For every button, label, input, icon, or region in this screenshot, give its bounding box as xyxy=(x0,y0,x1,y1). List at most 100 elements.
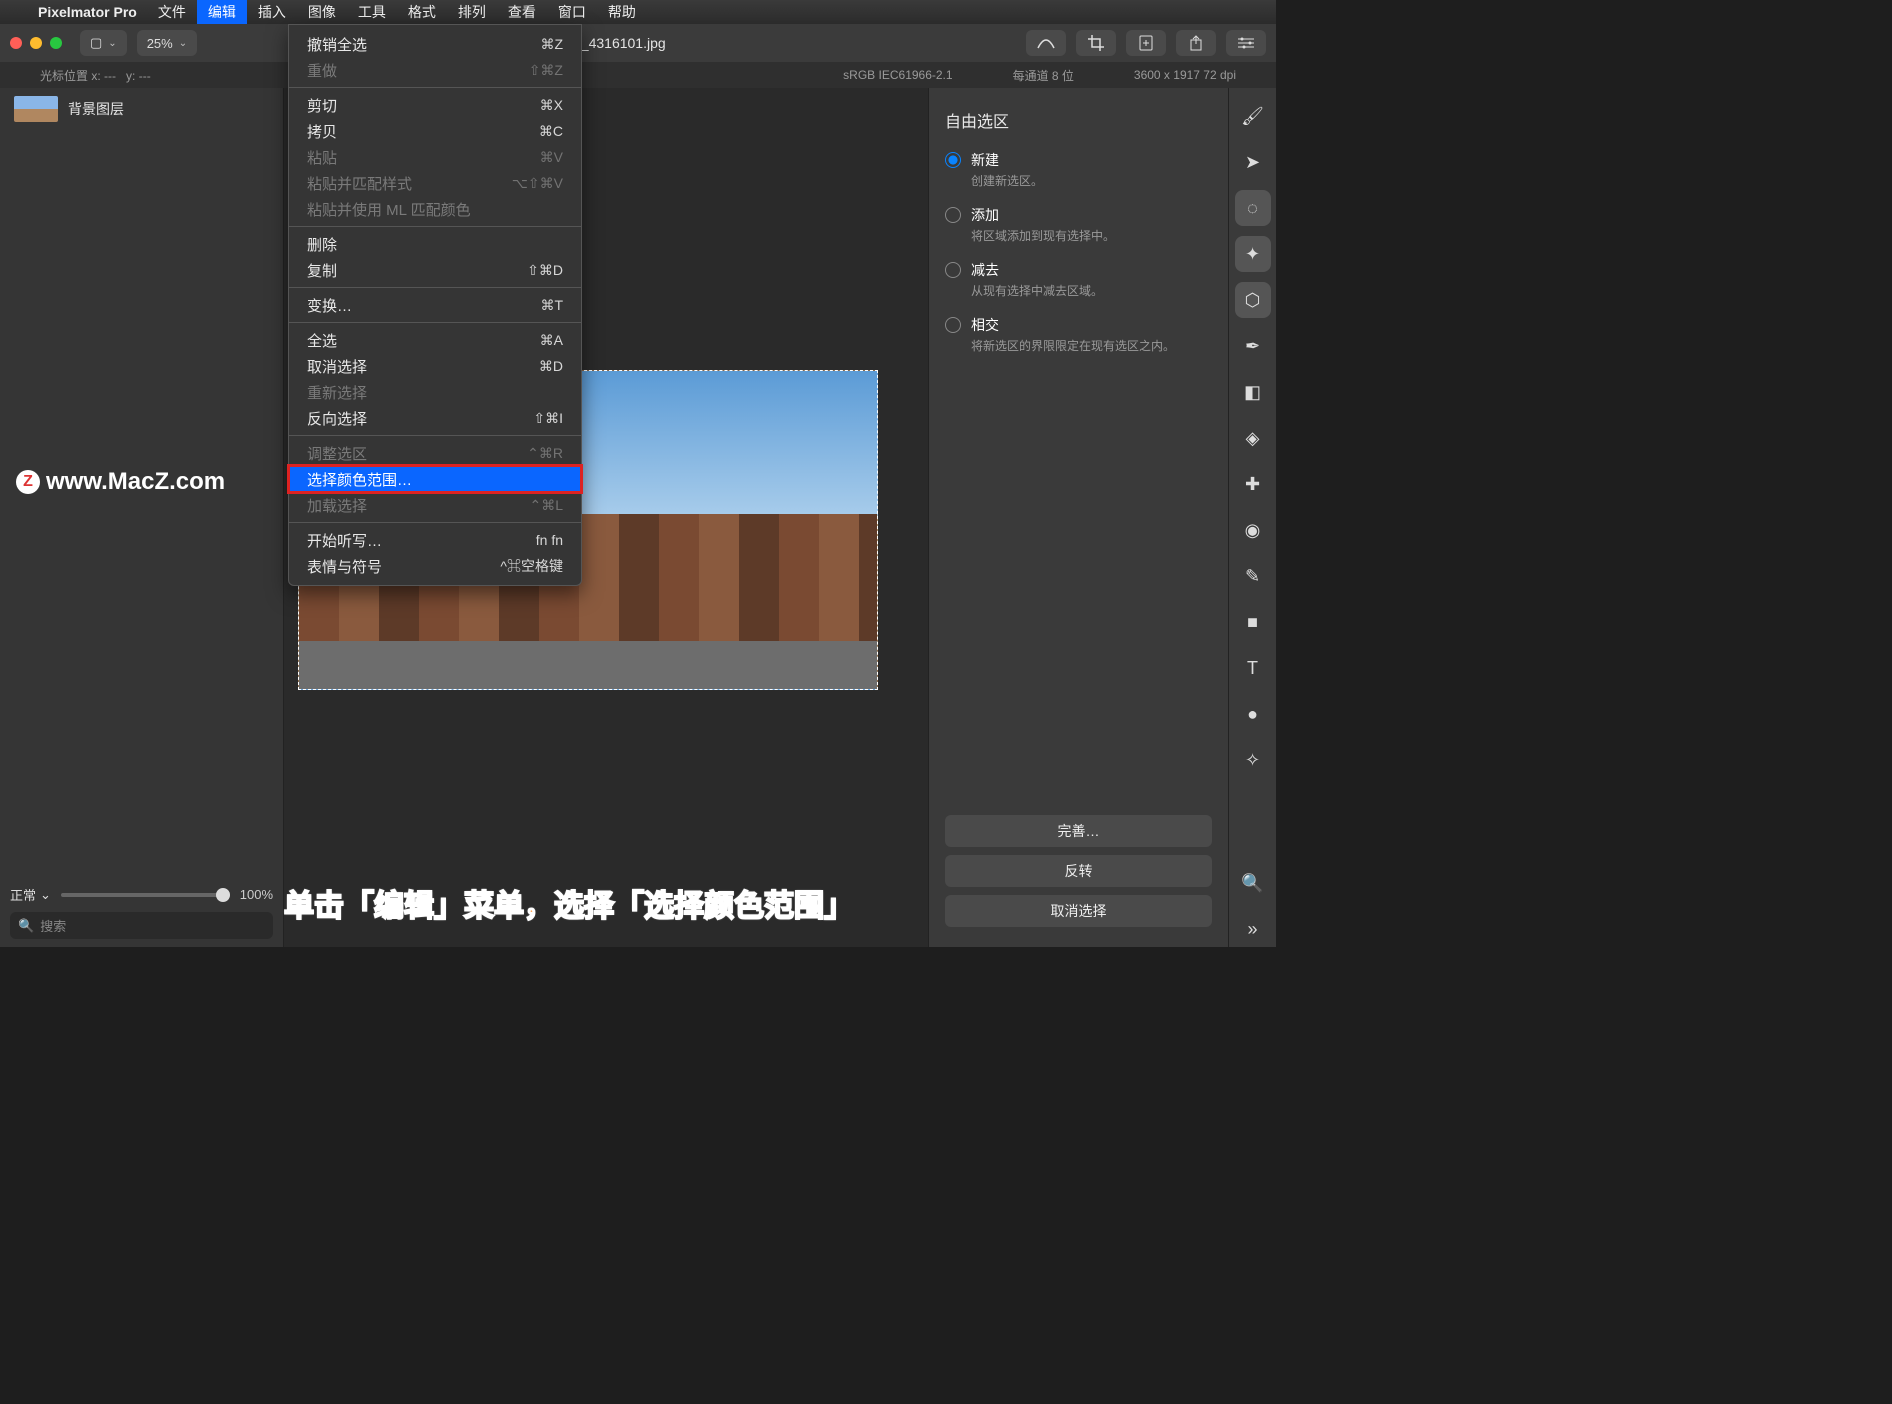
zoom-tool-icon[interactable]: 🔍 xyxy=(1235,865,1271,901)
image-dimensions: 3600 x 1917 72 dpi xyxy=(1104,68,1266,82)
selection-mode-option[interactable]: 添加将区域添加到现有选择中。 xyxy=(945,205,1212,244)
search-icon: 🔍 xyxy=(18,918,34,934)
menu-item-10[interactable]: 复制⇧⌘D xyxy=(289,257,581,283)
selection-mode-option[interactable]: 新建创建新选区。 xyxy=(945,150,1212,189)
menu-item-9[interactable]: 删除 xyxy=(289,231,581,257)
invert-button[interactable]: 反转 xyxy=(945,855,1212,887)
share-icon[interactable] xyxy=(1176,30,1216,56)
mac-menubar: Pixelmator Pro 文件 编辑 插入 图像 工具 格式 排列 查看 窗… xyxy=(0,0,1276,24)
titlebar-right xyxy=(1026,30,1266,56)
layer-row[interactable]: 背景图层 xyxy=(0,88,283,130)
menu-window[interactable]: 窗口 xyxy=(547,0,597,24)
brush-tool-icon[interactable]: 🖌 xyxy=(1235,98,1271,134)
vector-tool-icon[interactable]: ✎ xyxy=(1235,558,1271,594)
crop-icon[interactable] xyxy=(1076,30,1116,56)
warp-tool-icon[interactable]: ◉ xyxy=(1235,512,1271,548)
menu-item-1: 重做⇧⌘Z xyxy=(289,57,581,83)
gradient-tool-icon[interactable]: ◧ xyxy=(1235,374,1271,410)
zoom-select[interactable]: 25%⌄ xyxy=(137,30,197,56)
blend-mode-select[interactable]: 正常 ⌄ xyxy=(10,885,51,904)
menu-item-4[interactable]: 拷贝⌘C xyxy=(289,118,581,144)
cursor-position: 光标位置 x: --- y: --- xyxy=(10,67,181,84)
selection-mode-option[interactable]: 减去从现有选择中减去区域。 xyxy=(945,260,1212,299)
menu-item-14[interactable]: 全选⌘A xyxy=(289,327,581,353)
menu-item-5: 粘贴⌘V xyxy=(289,144,581,170)
sidebar-toggle[interactable]: ▢⌄ xyxy=(80,30,127,56)
color-picker-icon[interactable] xyxy=(1026,30,1066,56)
menu-item-3[interactable]: 剪切⌘X xyxy=(289,92,581,118)
color-tool-icon[interactable]: ● xyxy=(1235,696,1271,732)
menu-item-19: 调整选区⌃⌘R xyxy=(289,440,581,466)
settings-icon[interactable] xyxy=(1226,30,1266,56)
search-placeholder: 搜索 xyxy=(40,916,66,935)
layers-search[interactable]: 🔍 搜索 xyxy=(10,912,273,939)
menu-item-21: 加载选择⌃⌘L xyxy=(289,492,581,518)
color-profile: sRGB IEC61966-2.1 xyxy=(813,68,982,82)
window-controls xyxy=(10,37,62,49)
menu-item-0[interactable]: 撤销全选⌘Z xyxy=(289,31,581,57)
menu-help[interactable]: 帮助 xyxy=(597,0,647,24)
tutorial-caption: 单击「编辑」菜单，选择「选择颜色范围」 xyxy=(284,881,854,925)
magic-wand-tool-icon[interactable]: ✦ xyxy=(1235,236,1271,272)
right-panel: 自由选区 新建创建新选区。添加将区域添加到现有选择中。减去从现有选择中减去区域。… xyxy=(928,88,1228,947)
menu-item-17[interactable]: 反向选择⇧⌘I xyxy=(289,405,581,431)
maximize-icon[interactable] xyxy=(50,37,62,49)
lasso-tool-icon[interactable]: ⬡ xyxy=(1235,282,1271,318)
chevron-down-icon: ⌄ xyxy=(40,887,51,903)
menu-format[interactable]: 格式 xyxy=(397,0,447,24)
pen-tool-icon[interactable]: ✒ xyxy=(1235,328,1271,364)
menu-item-23[interactable]: 开始听写…fn fn xyxy=(289,527,581,553)
menu-item-20[interactable]: 选择颜色范围… xyxy=(289,466,581,492)
layer-name: 背景图层 xyxy=(68,99,124,119)
tool-rail: 🖌 ➤ ◌ ✦ ⬡ ✒ ◧ ◈ ✚ ◉ ✎ ■ T ● ✧ 🔍 » xyxy=(1228,88,1276,947)
minimize-icon[interactable] xyxy=(30,37,42,49)
bit-depth: 每通道 8 位 xyxy=(983,67,1104,84)
menu-item-7: 粘贴并使用 ML 匹配颜色 xyxy=(289,196,581,222)
arrow-tool-icon[interactable]: ➤ xyxy=(1235,144,1271,180)
workspace: 背景图层 Z www.MacZ.com 正常 ⌄ 100% 🔍 搜索 自由选 xyxy=(0,88,1276,947)
titlebar: ▢⌄ 25%⌄ 159_4316101.jpg xyxy=(0,24,1276,62)
watermark: Z www.MacZ.com xyxy=(16,468,225,496)
heal-tool-icon[interactable]: ✚ xyxy=(1235,466,1271,502)
layers-footer: 正常 ⌄ 100% 🔍 搜索 xyxy=(0,877,283,947)
ellipse-select-tool-icon[interactable]: ◌ xyxy=(1235,190,1271,226)
radio-icon xyxy=(945,317,961,333)
menu-edit[interactable]: 编辑 xyxy=(197,0,247,24)
menu-arrange[interactable]: 排列 xyxy=(447,0,497,24)
menu-item-24[interactable]: 表情与符号^⌘空格键 xyxy=(289,553,581,579)
effects-tool-icon[interactable]: ✧ xyxy=(1235,742,1271,778)
deselect-button[interactable]: 取消选择 xyxy=(945,895,1212,927)
type-tool-icon[interactable]: T xyxy=(1235,650,1271,686)
shape-tool-icon[interactable]: ■ xyxy=(1235,604,1271,640)
opacity-value: 100% xyxy=(240,887,273,902)
layers-panel: 背景图层 Z www.MacZ.com 正常 ⌄ 100% 🔍 搜索 xyxy=(0,88,284,947)
menu-view[interactable]: 查看 xyxy=(497,0,547,24)
menu-tools[interactable]: 工具 xyxy=(347,0,397,24)
blend-row: 正常 ⌄ 100% xyxy=(10,885,273,904)
radio-icon xyxy=(945,262,961,278)
zoom-value: 25% xyxy=(147,36,173,51)
infobar: 光标位置 x: --- y: --- sRGB IEC61966-2.1 每通道… xyxy=(0,62,1276,88)
menu-item-12[interactable]: 变换…⌘T xyxy=(289,292,581,318)
menu-file[interactable]: 文件 xyxy=(147,0,197,24)
menu-insert[interactable]: 插入 xyxy=(247,0,297,24)
eraser-tool-icon[interactable]: ◈ xyxy=(1235,420,1271,456)
watermark-logo-icon: Z xyxy=(16,470,40,494)
layer-thumbnail xyxy=(14,96,58,122)
slider-knob[interactable] xyxy=(216,888,230,902)
new-doc-icon[interactable] xyxy=(1126,30,1166,56)
radio-icon xyxy=(945,152,961,168)
selection-mode-option[interactable]: 相交将新选区的界限限定在现有选区之内。 xyxy=(945,315,1212,354)
refine-button[interactable]: 完善… xyxy=(945,815,1212,847)
menu-item-6: 粘贴并匹配样式⌥⇧⌘V xyxy=(289,170,581,196)
menu-image[interactable]: 图像 xyxy=(297,0,347,24)
panel-title: 自由选区 xyxy=(945,108,1212,132)
app-name[interactable]: Pixelmator Pro xyxy=(28,4,147,20)
menu-item-15[interactable]: 取消选择⌘D xyxy=(289,353,581,379)
image-street xyxy=(299,641,877,689)
menu-item-16: 重新选择 xyxy=(289,379,581,405)
close-icon[interactable] xyxy=(10,37,22,49)
opacity-slider[interactable] xyxy=(61,893,230,897)
more-tools-icon[interactable]: » xyxy=(1235,911,1271,947)
radio-icon xyxy=(945,207,961,223)
